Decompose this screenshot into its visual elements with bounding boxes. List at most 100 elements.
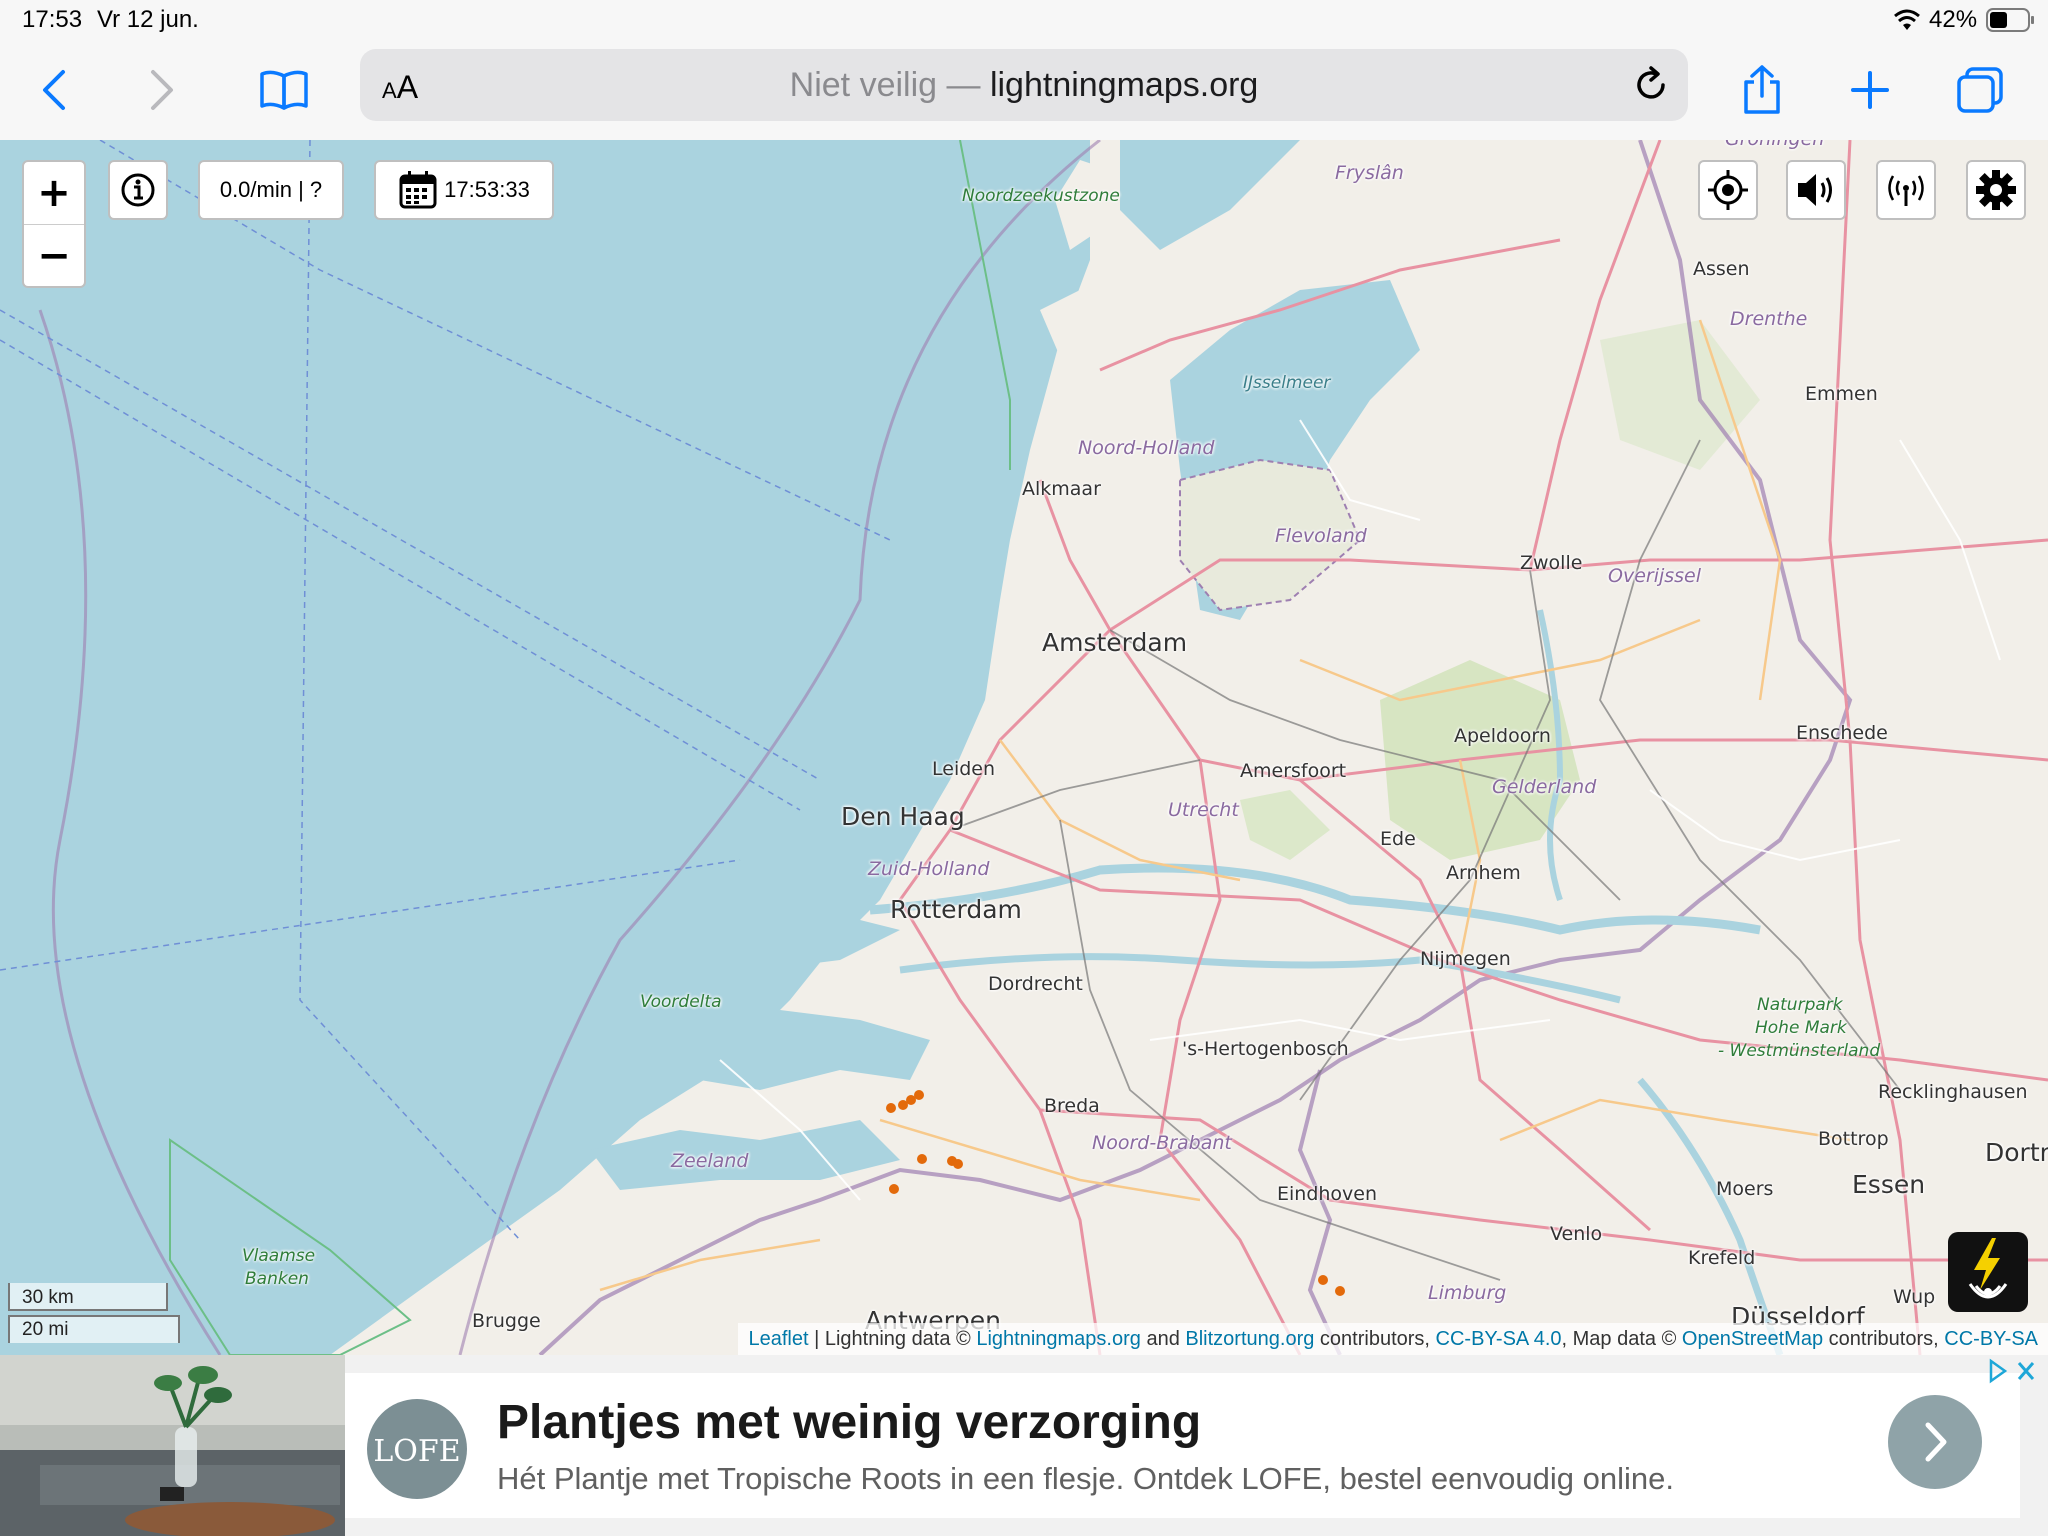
sound-button[interactable] [1786, 160, 1846, 220]
zoom-out-button[interactable]: − [24, 225, 84, 287]
attrib-text-1: | Lightning data © [808, 1328, 977, 1350]
strike-rate-text: 0.0/min | ? [219, 177, 323, 202]
zoom-in-button[interactable]: + [24, 162, 84, 225]
reload-icon[interactable] [1634, 65, 1670, 105]
label-zwolle: Zwolle [1520, 552, 1583, 574]
lightning-strike [914, 1090, 924, 1100]
share-button[interactable] [1730, 58, 1794, 122]
settings-button[interactable] [1966, 160, 2026, 220]
attrib-text-2: and [1140, 1328, 1186, 1350]
lightning-map[interactable]: Groningen Fryslân Noordzeekustzone Assen… [0, 140, 2048, 1355]
bookmarks-icon [260, 70, 308, 110]
forward-button[interactable] [130, 58, 194, 122]
battery-percentage: 42% [1929, 6, 1978, 33]
status-bar: 17:53 Vr 12 jun. 42% [0, 0, 2048, 40]
label-noord-brabant: Noord-Brabant [1092, 1132, 1232, 1154]
label-utrecht: Utrecht [1168, 799, 1239, 821]
wifi-icon [1894, 9, 1920, 30]
settings-icon [1976, 170, 2016, 210]
back-icon [43, 70, 65, 110]
label-flevoland: Flevoland [1275, 525, 1367, 547]
ad-image[interactable] [0, 1355, 345, 1536]
url-domain: lightningmaps.org [989, 66, 1259, 104]
label-leiden: Leiden [932, 758, 996, 780]
clock-text: 17:53:33 [444, 177, 530, 202]
bookmarks-button[interactable] [252, 58, 316, 122]
attrib-text-3: contributors, [1314, 1328, 1436, 1350]
label-vlaamse-2: Banken [245, 1269, 309, 1289]
svg-text:LOFE: LOFE [373, 1434, 460, 1469]
label-s-hertogenbosch: 's-Hertogenbosch [1182, 1038, 1349, 1060]
chevron-right-icon [1925, 1422, 1947, 1462]
cc-by-sa-4-link[interactable]: CC-BY-SA 4.0 [1436, 1328, 1562, 1350]
status-date: Vr 12 jun. [97, 6, 199, 33]
label-breda: Breda [1044, 1095, 1100, 1117]
ad-open-button[interactable] [1888, 1395, 1982, 1489]
label-assen: Assen [1693, 258, 1750, 280]
browser-toolbar: AA Niet veilig — lightningmaps.org [0, 40, 2048, 141]
label-voordelta: Voordelta [640, 992, 722, 1012]
status-time: 17:53 [22, 6, 83, 33]
attrib-text-4: , Map data © [1561, 1328, 1682, 1350]
new-tab-icon [1851, 71, 1889, 109]
label-noordzeekustzone: Noordzeekustzone [962, 186, 1120, 206]
leaflet-link[interactable]: Leaflet [748, 1328, 808, 1350]
label-brugge: Brugge [472, 1310, 541, 1332]
locate-button[interactable] [1698, 160, 1758, 220]
label-drenthe: Drenthe [1730, 308, 1808, 330]
signal-icon [1888, 175, 1924, 206]
scale-km: 30 km [8, 1283, 168, 1311]
label-essen: Essen [1852, 1170, 1926, 1199]
ad-logo: LOFE [367, 1399, 467, 1499]
tabs-button[interactable] [1948, 58, 2012, 122]
label-zuid-holland: Zuid-Holland [868, 858, 990, 880]
label-arnhem: Arnhem [1446, 862, 1521, 884]
ad-banner[interactable]: LOFE Plantjes met weinig verzorging Hét … [0, 1355, 2048, 1536]
ad-card[interactable]: LOFE Plantjes met weinig verzorging Hét … [345, 1373, 2020, 1518]
label-ede: Ede [1380, 828, 1416, 850]
lightning-button[interactable] [1948, 1232, 2028, 1312]
ad-plant-photo [0, 1355, 345, 1536]
ad-title[interactable]: Plantjes met weinig verzorging [497, 1395, 1201, 1450]
label-enschede: Enschede [1796, 722, 1888, 744]
openstreetmap-link[interactable]: OpenStreetMap [1682, 1328, 1823, 1350]
label-nijmegen: Nijmegen [1420, 948, 1511, 970]
label-gelderland: Gelderland [1492, 776, 1597, 798]
label-wuppertal: Wup [1893, 1286, 1936, 1308]
forward-icon [151, 70, 173, 110]
label-bottrop: Bottrop [1818, 1128, 1889, 1150]
label-alkmaar: Alkmaar [1022, 478, 1101, 500]
back-button[interactable] [22, 58, 86, 122]
info-icon [121, 173, 155, 207]
label-overijssel: Overijssel [1608, 565, 1702, 587]
lightningmaps-link[interactable]: Lightningmaps.org [976, 1328, 1141, 1350]
label-moers: Moers [1716, 1178, 1774, 1200]
cc-by-sa-link[interactable]: CC-BY-SA [1944, 1328, 2038, 1350]
lightning-strike [886, 1103, 896, 1113]
adchoices-icon [1989, 1358, 2035, 1384]
label-den-haag: Den Haag [841, 802, 965, 831]
stations-button[interactable] [1876, 160, 1936, 220]
url-display[interactable]: Niet veilig — lightningmaps.org [360, 66, 1688, 105]
attrib-text-5: contributors, [1823, 1328, 1945, 1350]
adchoices-button[interactable] [1985, 1357, 2041, 1385]
label-noord-holland: Noord-Holland [1078, 437, 1215, 459]
label-groningen: Groningen [1725, 140, 1824, 150]
blitzortung-link[interactable]: Blitzortung.org [1185, 1328, 1314, 1350]
strike-rate-display[interactable]: 0.0/min | ? [198, 160, 344, 220]
time-display[interactable]: 17:53:33 [374, 160, 554, 220]
label-krefeld: Krefeld [1688, 1247, 1756, 1269]
ad-subtitle: Hét Plantje met Tropische Roots in een f… [497, 1461, 1674, 1496]
new-tab-button[interactable] [1838, 58, 1902, 122]
label-naturpark-2: Hohe Mark [1755, 1018, 1847, 1038]
label-recklinghausen: Recklinghausen [1878, 1081, 2028, 1103]
label-eindhoven: Eindhoven [1277, 1183, 1378, 1205]
lightning-strike [1318, 1275, 1328, 1285]
label-fryslan: Fryslân [1335, 162, 1404, 184]
battery-icon [1986, 8, 2034, 32]
address-bar[interactable]: AA Niet veilig — lightningmaps.org [360, 49, 1688, 121]
label-zeeland: Zeeland [671, 1150, 749, 1172]
label-rotterdam: Rotterdam [890, 895, 1022, 924]
info-button[interactable] [108, 160, 168, 220]
lightning-icon [1968, 1238, 2008, 1299]
